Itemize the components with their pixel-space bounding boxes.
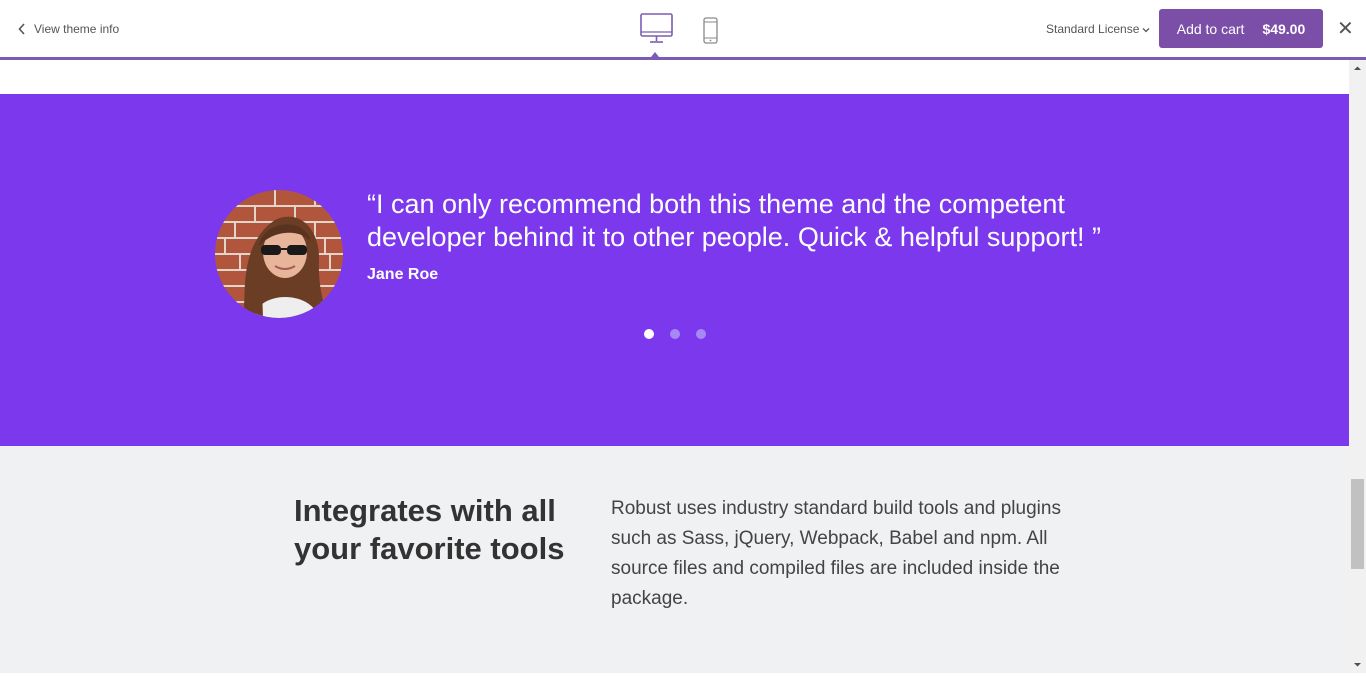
carousel-dot-3[interactable]	[696, 329, 706, 339]
testimonial-author: Jane Roe	[367, 266, 439, 283]
section-heading: Integrates with all your favorite tools	[294, 493, 565, 566]
view-theme-info-link[interactable]: View theme info	[18, 22, 119, 36]
chevron-down-icon	[1142, 22, 1150, 36]
carousel-dot-1[interactable]	[644, 329, 654, 339]
preview-topbar: View theme info Standard License Add to …	[0, 0, 1366, 60]
device-switcher	[640, 13, 736, 53]
active-device-indicator	[651, 52, 659, 57]
cart-label: Add to cart	[1176, 20, 1245, 37]
preview-viewport: “I can only recommend both this theme an…	[0, 60, 1349, 673]
cart-price: $49.00	[1262, 20, 1306, 37]
mobile-icon[interactable]	[703, 17, 718, 49]
desktop-icon[interactable]	[640, 13, 673, 49]
chevron-left-icon	[18, 23, 26, 35]
testimonial-quote: “I can only recommend both this theme an…	[367, 189, 1101, 252]
add-to-cart-button[interactable]: Add to cart $49.00	[1159, 9, 1323, 48]
vertical-scrollbar[interactable]	[1349, 60, 1366, 673]
carousel-dot-2[interactable]	[670, 329, 680, 339]
section-description: Robust uses industry standard build tool…	[611, 498, 1061, 609]
close-icon[interactable]: ✕	[1337, 19, 1354, 39]
scroll-up-icon[interactable]	[1349, 60, 1366, 77]
license-dropdown[interactable]: Standard License	[1046, 22, 1150, 36]
integrations-section: Integrates with all your favorite tools …	[0, 446, 1349, 673]
avatar	[215, 190, 343, 318]
carousel-dots	[644, 329, 706, 339]
scrollbar-thumb[interactable]	[1351, 479, 1364, 569]
back-label: View theme info	[34, 22, 120, 36]
scroll-down-icon[interactable]	[1349, 656, 1366, 673]
license-label: Standard License	[1046, 22, 1140, 36]
testimonial-section: “I can only recommend both this theme an…	[0, 94, 1349, 446]
